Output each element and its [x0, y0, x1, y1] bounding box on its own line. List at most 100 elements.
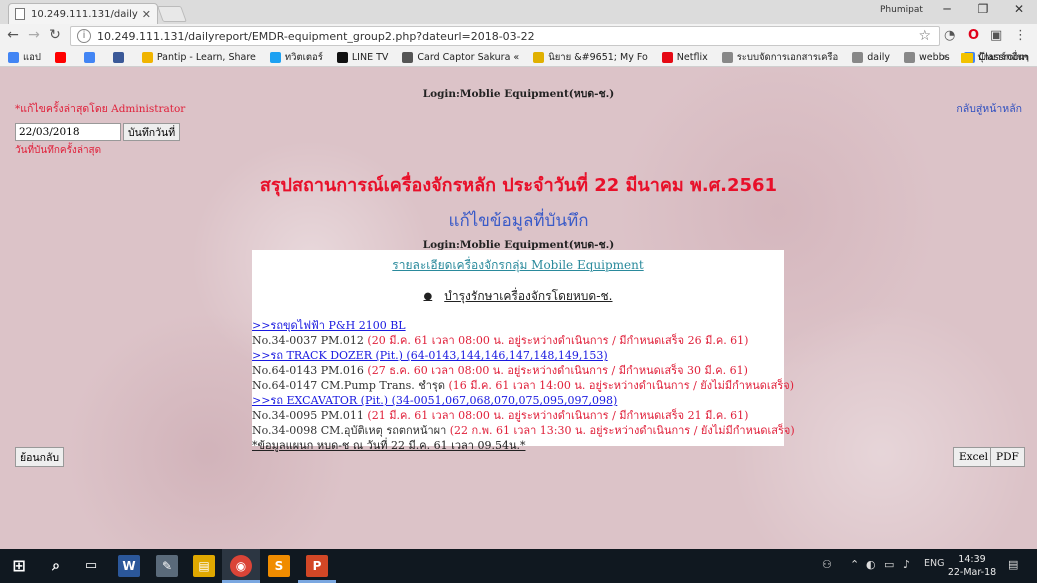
sublime-icon[interactable]: S: [268, 555, 290, 577]
google-icon: [83, 51, 95, 63]
back-button[interactable]: ย้อนกลับ: [15, 447, 65, 467]
novel-icon: [533, 51, 545, 63]
chrome-icon[interactable]: ◉: [230, 555, 252, 577]
network-icon[interactable]: ▭: [884, 558, 894, 571]
powerpoint-icon[interactable]: P: [306, 555, 328, 577]
bookmark-item[interactable]: [112, 51, 128, 63]
date-input[interactable]: [15, 123, 121, 141]
tray-chevron-icon[interactable]: ⌃: [850, 558, 859, 571]
equipment-item-name: No.34-0037 PM.012: [252, 334, 368, 347]
close-window-icon[interactable]: ✕: [1004, 2, 1034, 16]
clock[interactable]: 14:39 22-Mar-18: [944, 553, 1000, 579]
equipment-item: No.64-0147 CM.Pump Trans. ชำรุด (16 มี.ค…: [252, 378, 794, 393]
maximize-icon[interactable]: ❐: [968, 2, 998, 16]
youtube-icon: [54, 51, 66, 63]
bookmark-item[interactable]: daily: [852, 51, 891, 63]
equipment-item-name: No.34-0095 PM.011: [252, 409, 368, 422]
bookmark-item[interactable]: Pantip - Learn, Share: [141, 51, 256, 63]
minimize-icon[interactable]: ─: [932, 2, 962, 16]
bookmark-label: daily: [867, 51, 891, 63]
bookmark-item[interactable]: Card Captor Sakura «: [402, 51, 520, 63]
reload-icon[interactable]: ↻: [46, 27, 64, 43]
bookmark-label: LINE TV: [351, 51, 389, 63]
windows-start-icon[interactable]: ⊞: [8, 555, 30, 577]
bookmark-label: Netflix: [676, 51, 708, 63]
equipment-item: No.34-0098 CM.อุบัติเหตุ รถตกหน้าผา (22 …: [252, 423, 795, 438]
back-arrow-icon[interactable]: ←: [4, 27, 22, 43]
tray-app-icon[interactable]: ◐: [866, 558, 876, 571]
bookmark-label: ระบบจัดการเอกสารเครือ: [736, 51, 839, 63]
equipment-item-status: (21 มี.ค. 61 เวลา 08:00 น. อยู่ระหว่างดำ…: [367, 409, 749, 422]
notification-icon[interactable]: ▤: [1008, 558, 1018, 571]
export-pdf-button[interactable]: PDF: [990, 447, 1025, 467]
bookmark-item[interactable]: นิยาย &#9651; My Fo: [533, 50, 648, 65]
equipment-item: No.64-0143 PM.016 (27 ธ.ค. 60 เวลา 08:00…: [252, 363, 784, 378]
details-panel: รายละเอียดเครื่องจักรกลุ่ม Mobile Equipm…: [252, 250, 795, 452]
other-bookmarks[interactable]: » บุ๊กมาร์กอื่นๆ: [942, 48, 1029, 67]
url-text[interactable]: 10.249.111.131/dailyreport/EMDR-equipmen…: [97, 30, 918, 43]
task-view-icon[interactable]: ▭: [80, 555, 102, 577]
new-tab-button[interactable]: [157, 6, 187, 22]
browser-tab[interactable]: 10.249.111.131/dailyrepo ✕: [8, 3, 158, 24]
equipment-item-name: No.34-0098 CM.อุบัติเหตุ รถตกหน้าผา: [252, 424, 450, 437]
save-date-button[interactable]: บันทึกวันที่: [123, 123, 181, 141]
equipment-item: No.34-0095 PM.011 (21 มี.ค. 61 เวลา 08:0…: [252, 408, 784, 423]
opera-icon[interactable]: O: [968, 28, 979, 43]
equipment-group-link[interactable]: >>รถ EXCAVATOR (Pit.) (34-0051,067,068,0…: [252, 393, 784, 408]
bookmark-item[interactable]: [83, 51, 99, 63]
pantip-icon: [141, 51, 153, 63]
wordpress-icon: [402, 51, 414, 63]
equipment-item-status: (27 ธ.ค. 60 เวลา 08:00 น. อยู่ระหว่างดำเ…: [367, 364, 748, 377]
equipment-item-name: No.64-0143 PM.016: [252, 364, 368, 377]
twitter-icon: [269, 51, 281, 63]
menu-icon[interactable]: ⋮: [1014, 28, 1027, 43]
back-to-home-link[interactable]: กลับสู่หน้าหลัก: [956, 100, 1022, 117]
language-indicator[interactable]: ENG: [924, 558, 944, 569]
bookmark-label: ทวิตเตอร์: [284, 51, 323, 63]
last-saved-label: วันที่บันทึกครั้งล่าสุด: [15, 145, 102, 156]
info-icon[interactable]: i: [77, 29, 91, 43]
page-viewport: Login:Moblie Equipment(หบด-ช.) *แก้ไขครั…: [0, 67, 1037, 549]
search-icon[interactable]: ⌕: [45, 555, 67, 577]
facebook-icon: [112, 51, 124, 63]
bookmark-item[interactable]: แอป: [8, 50, 41, 65]
equipment-item-status: (16 มี.ค. 61 เวลา 14:00 น. อยู่ระหว่างดำ…: [448, 379, 795, 392]
speed-dial-icon[interactable]: ◔: [944, 28, 955, 43]
tab-title: 10.249.111.131/dailyrepo: [31, 8, 138, 20]
volume-icon[interactable]: ♪: [903, 558, 910, 571]
panel-title-link[interactable]: รายละเอียดเครื่องจักรกลุ่ม Mobile Equipm…: [252, 256, 784, 275]
forward-arrow-icon[interactable]: →: [25, 27, 43, 43]
bookmark-label: Card Captor Sakura «: [417, 51, 520, 63]
data-timestamp-note: *ข้อมูลแผนก หบด-ช ณ วันที่ 22 มี.ค. 61 เ…: [252, 439, 526, 452]
maintenance-heading-text: บำรุงรักษาเครื่องจักรโดยหบด-ช.: [444, 289, 613, 303]
camera-icon[interactable]: ▣: [990, 28, 1002, 43]
bookmark-item[interactable]: ทวิตเตอร์: [269, 50, 323, 65]
clock-time: 14:39: [958, 554, 986, 565]
equipment-group-link[interactable]: >>รถขุดไฟฟ้า P&H 2100 BL: [252, 318, 784, 333]
bookmark-item[interactable]: LINE TV: [336, 51, 389, 63]
bookmarks-overflow[interactable]: »: [942, 52, 948, 63]
bookmark-item[interactable]: ระบบจัดการเอกสารเครือ: [721, 50, 839, 65]
page-headline: สรุปสถานการณ์เครื่องจักรหลัก ประจำวันที่…: [259, 175, 778, 196]
tab-close-icon[interactable]: ✕: [142, 8, 151, 21]
word-icon[interactable]: W: [118, 555, 140, 577]
profile-name[interactable]: Phumipat: [880, 5, 923, 15]
page-icon: [904, 51, 916, 63]
equipment-group-link[interactable]: >>รถ TRACK DOZER (Pit.) (64-0143,144,146…: [252, 348, 784, 363]
windows-taskbar: ⊞ ⌕ ▭ W ✎ ▤ ◉ S P ⚇ ⌃ ◐ ▭ ♪ ENG 14:39 22…: [0, 549, 1037, 583]
file-explorer-icon[interactable]: ▤: [193, 555, 215, 577]
bookmark-star-icon[interactable]: ☆: [918, 28, 931, 44]
equipment-item-name: No.64-0147 CM.Pump Trans. ชำรุด: [252, 379, 449, 392]
browser-toolbar: ← → ↻ i 10.249.111.131/dailyreport/EMDR-…: [0, 24, 1037, 48]
bookmark-item[interactable]: [54, 51, 70, 63]
bookmarks-bar: แอป Pantip - Learn, Share ทวิตเตอร์ LINE TV…: [0, 48, 1037, 67]
page-favicon-icon: [15, 8, 25, 20]
bookmark-item[interactable]: Netflix: [661, 51, 708, 63]
other-bookmarks-label: บุ๊กมาร์กอื่นๆ: [977, 52, 1029, 63]
tab-strip: 10.249.111.131/dailyrepo ✕ Phumipat ─ ❐ …: [0, 0, 1037, 24]
app-icon[interactable]: ✎: [156, 555, 178, 577]
address-bar[interactable]: i 10.249.111.131/dailyreport/EMDR-equipm…: [70, 26, 940, 46]
export-excel-button[interactable]: Excel: [953, 447, 995, 467]
bullet-icon: ●: [423, 291, 433, 302]
people-icon[interactable]: ⚇: [822, 558, 832, 571]
